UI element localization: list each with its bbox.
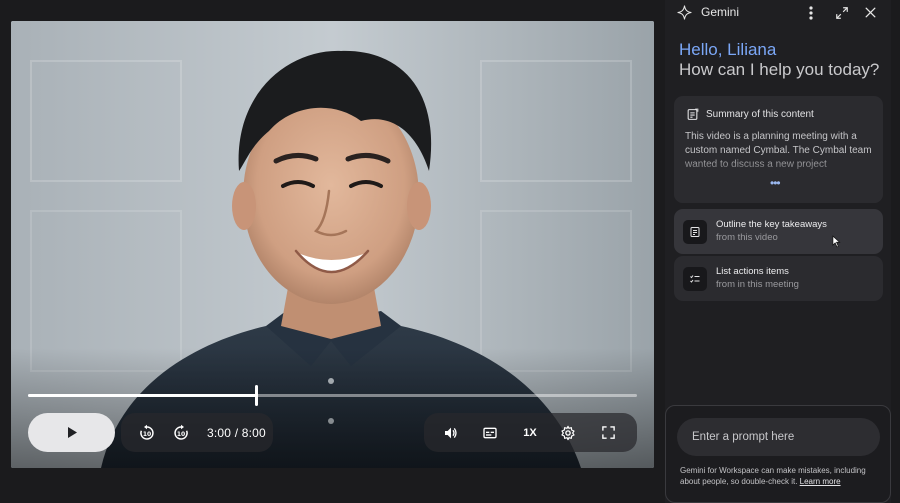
play-icon — [67, 427, 77, 438]
forward-10-button[interactable]: 10 — [171, 423, 191, 443]
suggestion-subtitle: from this video — [716, 232, 778, 243]
captions-icon — [483, 427, 497, 438]
forward-10-icon: 10 — [174, 424, 188, 440]
captions-button[interactable] — [480, 423, 500, 443]
checklist-icon — [690, 275, 700, 283]
gemini-sparkle-icon — [677, 5, 692, 20]
volume-button[interactable] — [441, 423, 461, 443]
svg-text:10: 10 — [177, 431, 185, 438]
summary-expand-indicator[interactable]: ••• — [770, 176, 781, 190]
suggestion-outline-takeaways[interactable]: Outline the key takeaways from this vide… — [674, 209, 883, 254]
fullscreen-button[interactable] — [598, 423, 618, 443]
fullscreen-icon — [601, 426, 615, 439]
suggestion-list-actions[interactable]: List actions items from in this meeting — [674, 256, 883, 301]
seek-bar-thumb[interactable] — [255, 385, 258, 406]
learn-more-link[interactable]: Learn more — [800, 477, 841, 486]
suggestion-subtitle: from in this meeting — [716, 279, 799, 290]
volume-icon — [445, 427, 457, 438]
suggestion-title: Outline the key takeaways — [716, 219, 827, 230]
svg-text:10: 10 — [143, 431, 151, 438]
expand-panel-button[interactable] — [835, 6, 849, 20]
expand-icon — [836, 7, 848, 19]
rewind-10-button[interactable]: 10 — [137, 423, 157, 443]
greeting-question: How can I help you today? — [679, 60, 880, 79]
panel-title: Gemini — [701, 5, 740, 19]
playback-speed-label: 1X — [523, 426, 537, 439]
player-settings-controls: 1X — [424, 413, 637, 452]
more-vert-icon — [809, 6, 813, 20]
summary-title: Summary of this content — [706, 109, 814, 120]
suggestion-icon-box — [683, 220, 707, 244]
disclaimer: Gemini for Workspace can make mistakes, … — [680, 465, 880, 487]
summary-doc-icon — [687, 108, 699, 120]
seek-bar[interactable] — [28, 385, 637, 406]
play-button[interactable] — [28, 413, 115, 452]
gemini-panel: Gemini Hello, Liliana How can I help you… — [665, 0, 891, 503]
summary-card[interactable]: Summary of this content This video is a … — [674, 96, 883, 203]
app-root: 10 10 3:00 / 8:00 1X Gemini Hello, Lilia… — [0, 0, 900, 503]
document-summary-icon — [690, 227, 700, 237]
prompt-input[interactable] — [677, 418, 880, 456]
greeting-name: Hello, Liliana — [679, 40, 777, 59]
close-icon — [865, 7, 876, 18]
video-player[interactable] — [11, 21, 654, 468]
suggestion-icon-box — [683, 267, 707, 291]
panel-header: Gemini — [665, 0, 891, 26]
playback-speed-button[interactable]: 1X — [520, 423, 540, 443]
suggestion-title: List actions items — [716, 266, 789, 277]
time-display: 3:00 / 8:00 — [207, 425, 266, 440]
gear-icon — [561, 425, 575, 440]
mouse-cursor-icon — [832, 235, 841, 248]
playback-controls: 10 10 3:00 / 8:00 — [121, 413, 273, 452]
seek-bar-fill — [28, 394, 256, 397]
settings-button[interactable] — [558, 423, 578, 443]
more-options-button[interactable] — [805, 5, 817, 21]
prompt-area: Gemini for Workspace can make mistakes, … — [665, 405, 891, 503]
close-panel-button[interactable] — [864, 6, 878, 20]
rewind-10-icon: 10 — [140, 424, 154, 440]
